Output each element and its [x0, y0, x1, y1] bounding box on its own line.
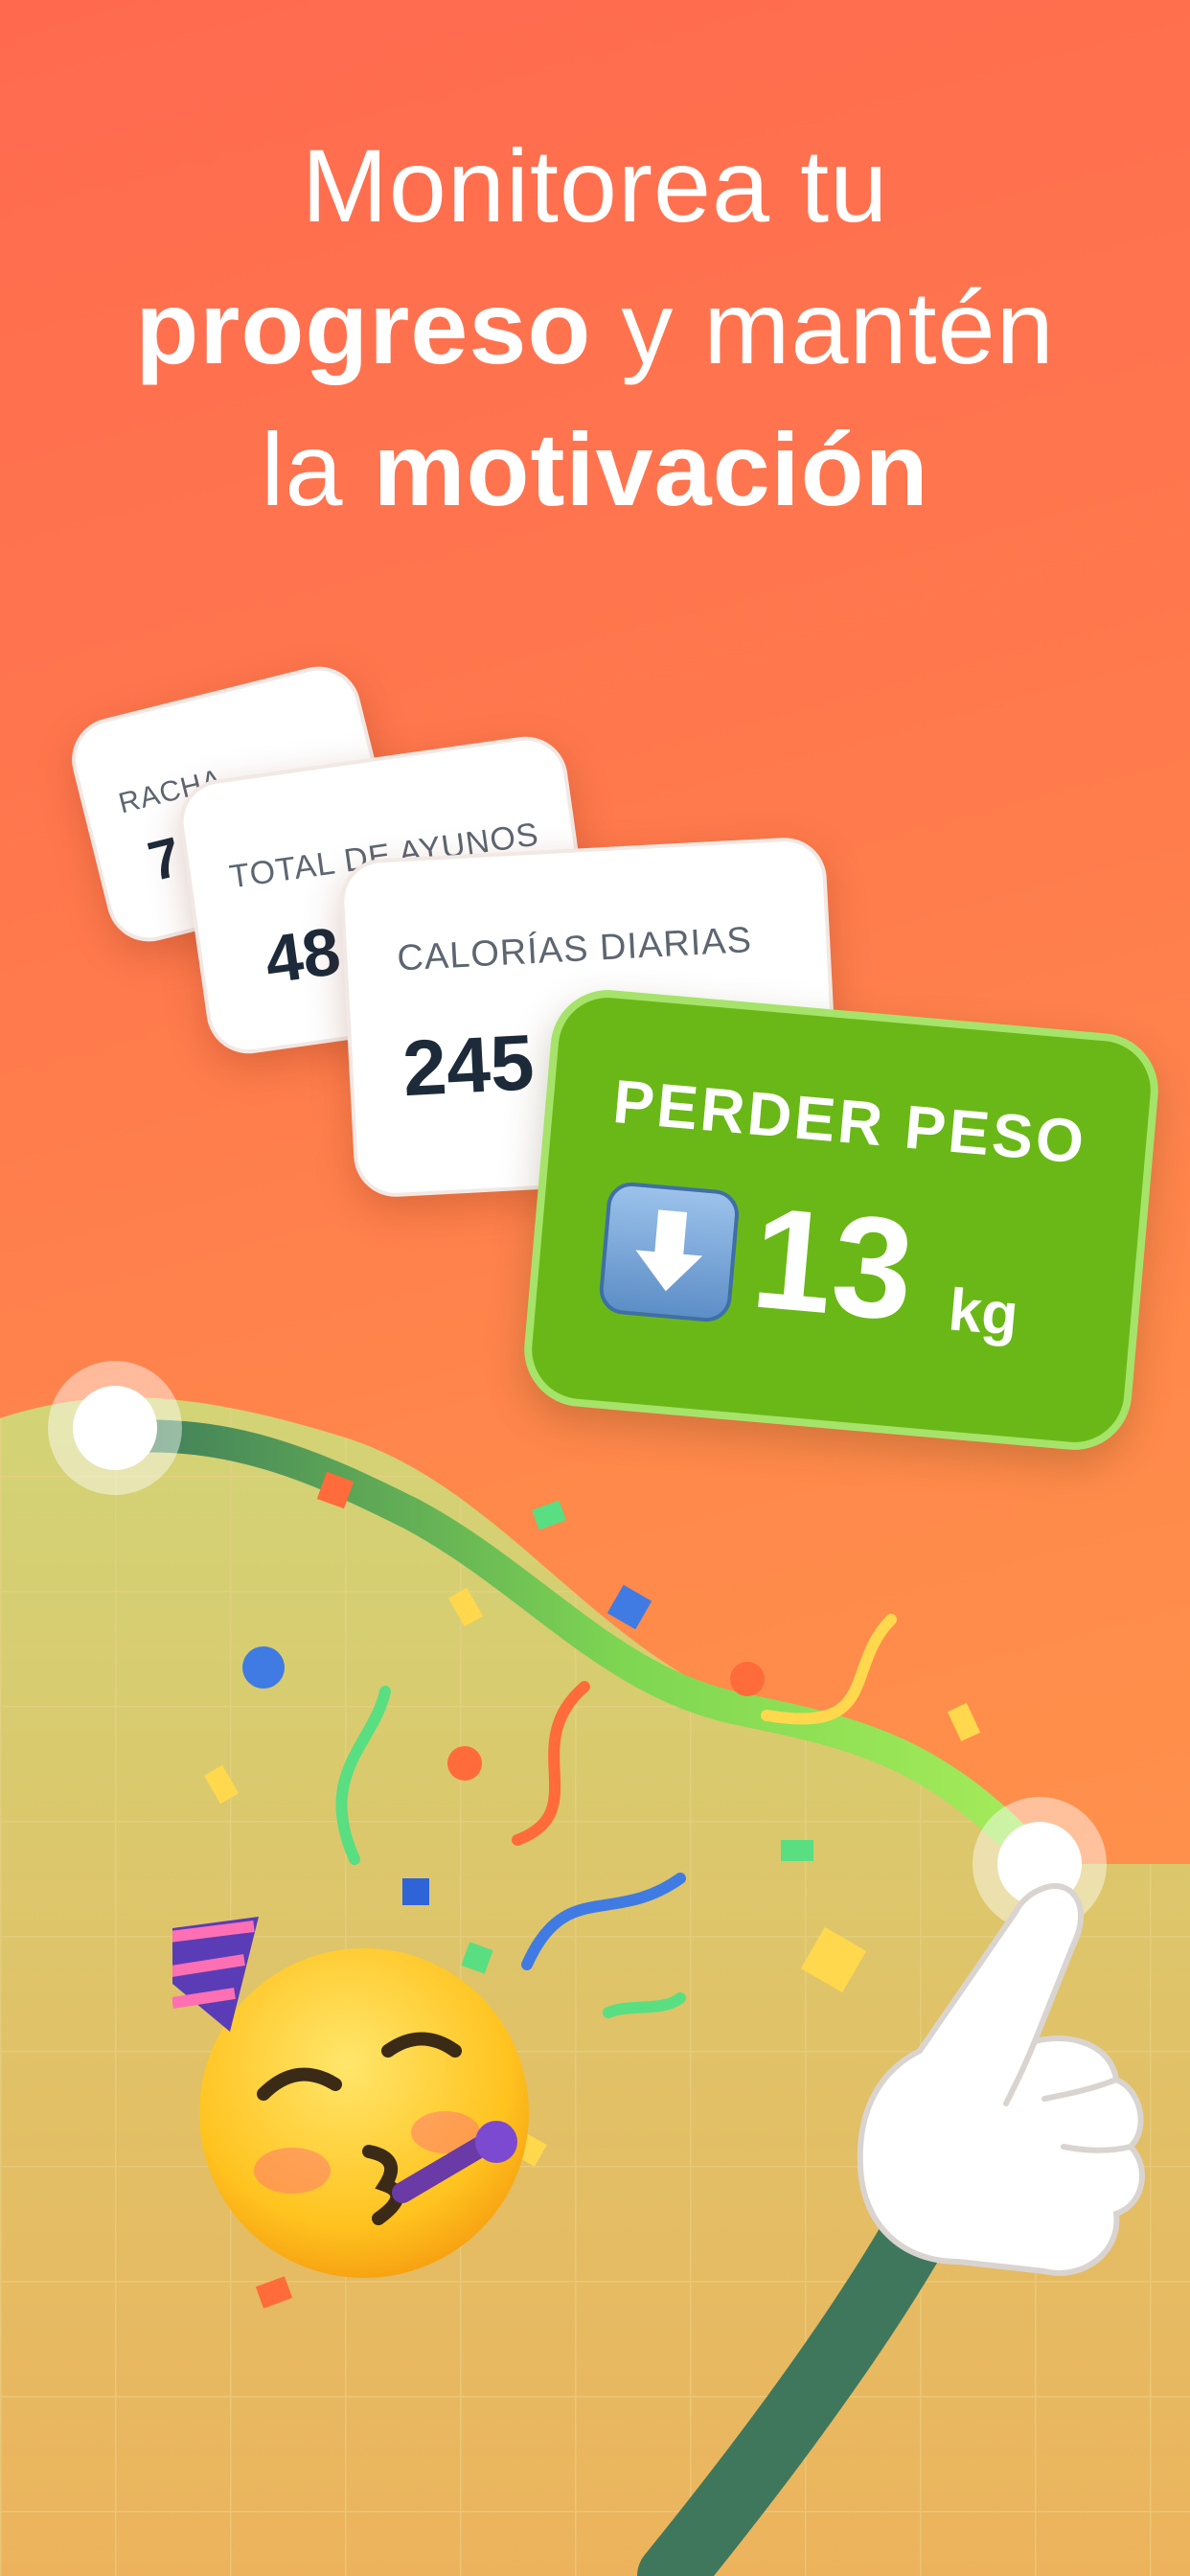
- daily-calories-label: CALORÍAS DIARIAS: [396, 920, 753, 979]
- partying-face-icon: [172, 1917, 529, 2278]
- weight-goal-value: 13: [746, 1176, 920, 1351]
- onboarding-screen: Monitorea tu progreso y mantén la motiva…: [0, 0, 1190, 2576]
- curve-start-point[interactable]: [73, 1386, 157, 1470]
- weight-goal-title: PERDER PESO: [610, 1066, 1089, 1177]
- headline-line3-prefix: la: [261, 411, 374, 527]
- weight-goal-unit: kg: [946, 1276, 1021, 1349]
- headline-progress-word: progreso: [135, 269, 592, 385]
- headline-line2-rest: y mantén: [591, 269, 1055, 385]
- headline-motivation-word: motivación: [373, 411, 929, 527]
- weight-goal-card: PERDER PESO 13 kg: [519, 985, 1163, 1455]
- pointing-hand-icon: [857, 1883, 1145, 2276]
- headline-line1: Monitorea tu: [301, 127, 889, 243]
- daily-calories-value: 245: [400, 1019, 537, 1114]
- total-fasts-value: 48: [260, 912, 345, 998]
- down-arrow-icon: [597, 1180, 742, 1324]
- headline: Monitorea tu progreso y mantén la motiva…: [0, 115, 1190, 540]
